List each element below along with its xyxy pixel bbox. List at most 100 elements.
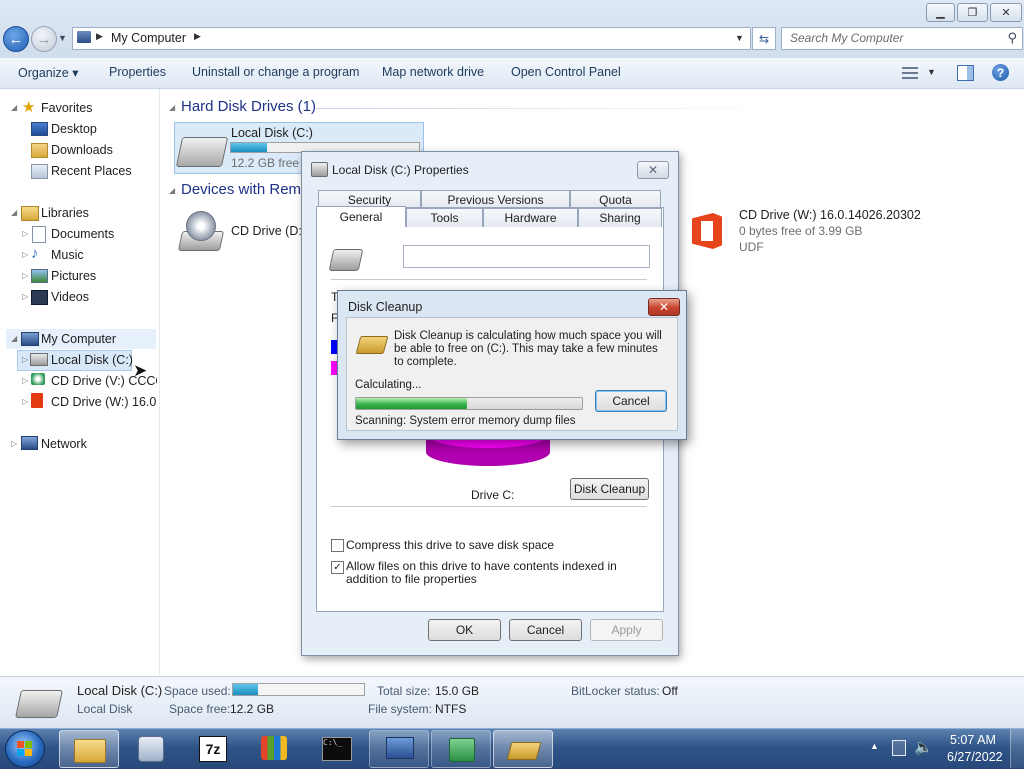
- action-center-icon[interactable]: [892, 740, 906, 756]
- ok-button[interactable]: OK: [428, 619, 501, 641]
- apply-button[interactable]: Apply: [590, 619, 663, 641]
- expand-icon[interactable]: ▷: [22, 292, 28, 301]
- disk-cleanup-button[interactable]: Disk Cleanup: [570, 478, 649, 500]
- compress-checkbox[interactable]: [331, 539, 344, 552]
- taskbar-windows-setup[interactable]: [245, 730, 303, 766]
- tab-tools[interactable]: Tools: [406, 208, 483, 227]
- nav-cd-drive-v[interactable]: CD Drive (V:) CCCOMA_X64FRE_EN-US_DV9: [51, 374, 157, 388]
- details-fs: NTFS: [435, 702, 467, 716]
- cd-drive-d-icon[interactable]: [177, 211, 225, 253]
- expand-icon[interactable]: ▷: [22, 355, 28, 364]
- expand-icon[interactable]: ▷: [22, 397, 28, 406]
- clock-time[interactable]: 5:07 AM: [950, 733, 996, 747]
- recent-pages-chevron-icon[interactable]: ▼: [58, 33, 67, 43]
- nav-network[interactable]: Network: [41, 437, 87, 451]
- help-icon[interactable]: ?: [992, 64, 1009, 81]
- back-button[interactable]: ←: [3, 26, 29, 52]
- breadcrumb-chevron-icon[interactable]: ▶: [96, 31, 103, 42]
- nav-videos[interactable]: Videos: [51, 290, 89, 304]
- network-icon: [21, 436, 38, 450]
- cleanup-message: Disk Cleanup is calculating how much spa…: [394, 330, 662, 368]
- properties-close-button[interactable]: ✕: [637, 161, 669, 179]
- cleanup-cancel-button[interactable]: Cancel: [595, 390, 667, 412]
- taskbar-computer-management[interactable]: [369, 730, 429, 768]
- expand-icon[interactable]: ◢: [11, 208, 17, 217]
- open-control-panel-command[interactable]: Open Control Panel: [511, 65, 621, 79]
- nav-recent-places[interactable]: Recent Places: [51, 164, 132, 178]
- taskbar-installer[interactable]: [431, 730, 491, 768]
- forward-button[interactable]: →: [31, 26, 57, 52]
- drive-w-name[interactable]: CD Drive (W:) 16.0.14026.20302: [739, 208, 921, 222]
- details-usage-bar: [232, 683, 365, 696]
- expand-icon[interactable]: ▷: [11, 439, 17, 448]
- search-placeholder: Search My Computer: [790, 31, 904, 45]
- office-drive-icon[interactable]: [692, 209, 726, 251]
- nav-my-computer[interactable]: My Computer: [41, 332, 116, 346]
- change-view-icon[interactable]: [902, 66, 918, 80]
- index-checkbox-checked[interactable]: ✓: [331, 561, 344, 574]
- organize-menu[interactable]: Organize ▾: [18, 65, 78, 80]
- properties-command[interactable]: Properties: [109, 65, 166, 79]
- expand-icon[interactable]: ◢: [11, 334, 17, 343]
- cleanup-close-button[interactable]: ✕: [648, 298, 680, 316]
- breadcrumb-chevron-icon[interactable]: ▶: [194, 31, 201, 42]
- address-bar[interactable]: ▶ My Computer ▶ ▼: [72, 27, 751, 50]
- nav-desktop[interactable]: Desktop: [51, 122, 97, 136]
- tab-hardware[interactable]: Hardware: [483, 208, 578, 227]
- disk-cleanup-dialog: Disk Cleanup ✕ Disk Cleanup is calculati…: [337, 290, 687, 440]
- computer-icon: [77, 31, 91, 43]
- expand-icon[interactable]: ▷: [22, 271, 28, 280]
- nav-local-disk-c[interactable]: Local Disk (C:): [51, 353, 133, 367]
- drive-c-free-clip: 12.2 GB free of 15.0 GB: [231, 156, 301, 170]
- view-options-chevron-icon[interactable]: ▼: [927, 67, 936, 77]
- show-desktop-button[interactable]: [1010, 729, 1024, 768]
- address-dropdown-icon[interactable]: ▼: [735, 33, 744, 43]
- nav-documents[interactable]: Documents: [51, 227, 114, 241]
- taskbar-disk-management[interactable]: [121, 730, 179, 766]
- refresh-button[interactable]: ⇆: [752, 27, 776, 50]
- nav-downloads[interactable]: Downloads: [51, 143, 113, 157]
- cleanup-calculating: Calculating...: [355, 379, 422, 391]
- map-network-drive-command[interactable]: Map network drive: [382, 65, 484, 79]
- tab-sharing[interactable]: Sharing: [578, 208, 662, 227]
- start-button[interactable]: [5, 730, 45, 768]
- details-fs-label: File system:: [368, 702, 433, 716]
- expand-icon[interactable]: ▷: [22, 250, 28, 259]
- tab-general[interactable]: General: [316, 206, 406, 227]
- group-devices-removable[interactable]: Devices with Removable Storage: [181, 181, 302, 198]
- group-hard-disk-drives[interactable]: Hard Disk Drives (1): [181, 98, 316, 115]
- cleanup-progress-bar: [355, 397, 583, 410]
- search-icon[interactable]: ⚲: [1007, 30, 1017, 46]
- maximize-button[interactable]: ❐: [957, 3, 988, 22]
- drive-label-input[interactable]: [403, 245, 650, 268]
- taskbar-explorer[interactable]: [59, 730, 119, 768]
- nav-music[interactable]: Music: [51, 248, 84, 262]
- expand-icon[interactable]: ▷: [22, 376, 28, 385]
- clock-date[interactable]: 6/27/2022: [947, 750, 1003, 764]
- breadcrumb-my-computer[interactable]: My Computer: [111, 31, 186, 45]
- nav-libraries[interactable]: Libraries: [41, 206, 89, 220]
- taskbar-disk-cleanup[interactable]: [493, 730, 553, 768]
- uninstall-program-command[interactable]: Uninstall or change a program: [192, 65, 359, 79]
- nav-favorites[interactable]: Favorites: [41, 101, 92, 115]
- speaker-icon[interactable]: 🔈: [914, 738, 933, 756]
- preview-pane-icon[interactable]: [957, 65, 974, 81]
- nav-pictures[interactable]: Pictures: [51, 269, 96, 283]
- compress-label: Compress this drive to save disk space: [346, 538, 555, 552]
- expand-icon[interactable]: ◢: [11, 103, 17, 112]
- collapse-group-icon[interactable]: ◢: [169, 186, 175, 195]
- minimize-button[interactable]: ▁: [926, 3, 955, 22]
- cancel-button[interactable]: Cancel: [509, 619, 582, 641]
- show-hidden-icons[interactable]: ▲: [870, 741, 879, 751]
- expand-icon[interactable]: ▷: [22, 229, 28, 238]
- close-button[interactable]: ✕: [990, 3, 1022, 22]
- nav-cd-drive-w[interactable]: CD Drive (W:) 16.0.14026.20302: [51, 395, 157, 409]
- drive-c-free: 12.2 GB free of 15.0 GB: [231, 156, 301, 170]
- taskbar-command-prompt[interactable]: C:\_: [307, 730, 365, 766]
- search-input[interactable]: Search My Computer ⚲: [781, 27, 1023, 50]
- details-drive-name: Local Disk (C:): [77, 683, 163, 698]
- drive-d-name[interactable]: CD Drive (D:): [231, 224, 306, 238]
- taskbar-7zip[interactable]: 7z: [183, 730, 241, 766]
- cleanup-scanning: Scanning: System error memory dump files: [355, 415, 576, 427]
- collapse-group-icon[interactable]: ◢: [169, 103, 175, 112]
